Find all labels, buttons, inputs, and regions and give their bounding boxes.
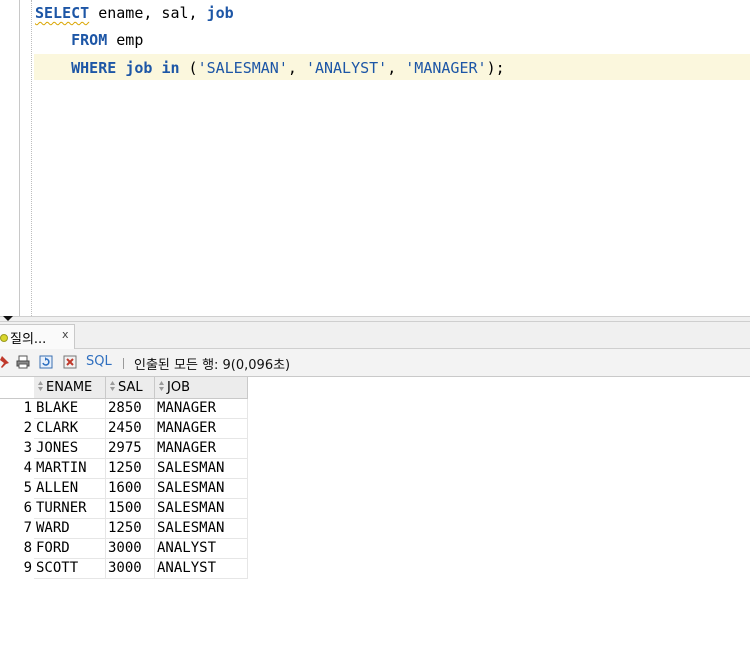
cell-ename[interactable]: BLAKE: [34, 399, 106, 419]
cell-sal[interactable]: 1600: [106, 479, 155, 499]
table-row[interactable]: 7 WARD 1250 SALESMAN: [0, 519, 248, 539]
row-number: 2: [23, 420, 32, 436]
refresh-icon[interactable]: [39, 355, 53, 369]
cell-sal[interactable]: 1250: [106, 459, 155, 479]
toolbar-separator: [123, 358, 124, 369]
row-number: 7: [23, 520, 32, 536]
pin-icon[interactable]: [0, 355, 11, 369]
sql-text: ename, sal,: [89, 4, 207, 22]
cell-job[interactable]: SALESMAN: [155, 459, 248, 479]
column-header-label: JOB: [167, 380, 190, 395]
row-number: 8: [23, 540, 32, 556]
sql-keyword: FROM: [71, 31, 108, 49]
cell-ename[interactable]: WARD: [34, 519, 106, 539]
collapse-arrow-icon[interactable]: [3, 316, 13, 321]
table-row[interactable]: 1 BLAKE 2850 MANAGER: [0, 399, 248, 419]
cell-ename[interactable]: SCOTT: [34, 559, 106, 579]
sql-text: ,: [387, 59, 406, 77]
sql-string: 'MANAGER': [405, 59, 487, 77]
cancel-icon[interactable]: [63, 355, 77, 369]
cell-ename[interactable]: MARTIN: [34, 459, 106, 479]
sql-string: 'SALESMAN': [197, 59, 288, 77]
cell-ename[interactable]: ALLEN: [34, 479, 106, 499]
sql-string: 'ANALYST': [305, 59, 388, 77]
column-header-label: SAL: [118, 380, 143, 395]
sql-editor[interactable]: SELECT ename, sal, job FROM emp WHERE jo…: [0, 0, 750, 316]
gutter-fold-guide: [31, 0, 32, 316]
row-number: 4: [23, 460, 32, 476]
column-header-label: ENAME: [46, 380, 93, 395]
sql-text: ,: [287, 59, 306, 77]
sql-keyword: job: [206, 4, 234, 22]
cell-job[interactable]: SALESMAN: [155, 519, 248, 539]
column-header-job[interactable]: JOB: [155, 377, 248, 399]
cell-ename[interactable]: CLARK: [34, 419, 106, 439]
cell-sal[interactable]: 1250: [106, 519, 155, 539]
cell-ename[interactable]: JONES: [34, 439, 106, 459]
cell-job[interactable]: ANALYST: [155, 559, 248, 579]
cell-ename[interactable]: TURNER: [34, 499, 106, 519]
sql-keyword: in: [161, 59, 180, 77]
sql-button[interactable]: SQL: [86, 354, 112, 369]
cell-sal[interactable]: 2850: [106, 399, 155, 419]
cell-sal[interactable]: 1500: [106, 499, 155, 519]
column-header-sal[interactable]: SAL: [106, 377, 155, 399]
cell-job[interactable]: SALESMAN: [155, 499, 248, 519]
table-row[interactable]: 3 JONES 2975 MANAGER: [0, 439, 248, 459]
table-row[interactable]: 4 MARTIN 1250 SALESMAN: [0, 459, 248, 479]
row-number: 6: [23, 500, 32, 516]
cell-sal[interactable]: 2975: [106, 439, 155, 459]
cell-ename[interactable]: FORD: [34, 539, 106, 559]
code-line[interactable]: FROM emp: [35, 27, 143, 53]
table-row[interactable]: 8 FORD 3000 ANALYST: [0, 539, 248, 559]
code-line[interactable]: SELECT ename, sal, job: [35, 0, 234, 26]
cell-job[interactable]: ANALYST: [155, 539, 248, 559]
close-tab-icon[interactable]: x: [62, 328, 69, 341]
row-number-header: [0, 377, 34, 399]
row-number: 5: [23, 480, 32, 496]
sort-icon[interactable]: [109, 380, 116, 392]
cell-job[interactable]: MANAGER: [155, 439, 248, 459]
row-number: 9: [23, 560, 32, 576]
table-row[interactable]: 2 CLARK 2450 MANAGER: [0, 419, 248, 439]
table-row[interactable]: 5 ALLEN 1600 SALESMAN: [0, 479, 248, 499]
sort-icon[interactable]: [158, 380, 165, 392]
cell-job[interactable]: MANAGER: [155, 399, 248, 419]
table-row[interactable]: 6 TURNER 1500 SALESMAN: [0, 499, 248, 519]
cell-sal[interactable]: 2450: [106, 419, 155, 439]
result-tab-strip: 질의... x: [0, 322, 750, 349]
query-result-icon: [0, 334, 8, 342]
code-line[interactable]: WHERE job in ('SALESMAN', 'ANALYST', 'MA…: [35, 55, 505, 81]
sql-keyword: WHERE: [71, 59, 117, 77]
sql-text: );: [486, 59, 505, 77]
row-number: 3: [23, 440, 32, 456]
result-toolbar: SQL 인출된 모든 행: 9(0,096초): [0, 349, 750, 377]
column-header-ename[interactable]: ENAME: [34, 377, 106, 399]
sql-keyword: SELECT: [35, 4, 90, 22]
cell-job[interactable]: MANAGER: [155, 419, 248, 439]
gutter-border: [19, 0, 20, 316]
sort-icon[interactable]: [37, 380, 44, 392]
sql-text: emp: [107, 31, 144, 49]
cell-job[interactable]: SALESMAN: [155, 479, 248, 499]
row-number: 1: [23, 400, 32, 416]
cell-sal[interactable]: 3000: [106, 539, 155, 559]
sql-text: (: [179, 59, 198, 77]
sql-keyword: job: [125, 59, 153, 77]
print-icon[interactable]: [16, 355, 30, 369]
fetch-status: 인출된 모든 행: 9(0,096초): [134, 358, 291, 373]
cell-sal[interactable]: 3000: [106, 559, 155, 579]
table-row[interactable]: 9 SCOTT 3000 ANALYST: [0, 559, 248, 579]
tab-query-result[interactable]: 질의... x: [0, 324, 75, 349]
tab-label: 질의...: [10, 332, 47, 347]
